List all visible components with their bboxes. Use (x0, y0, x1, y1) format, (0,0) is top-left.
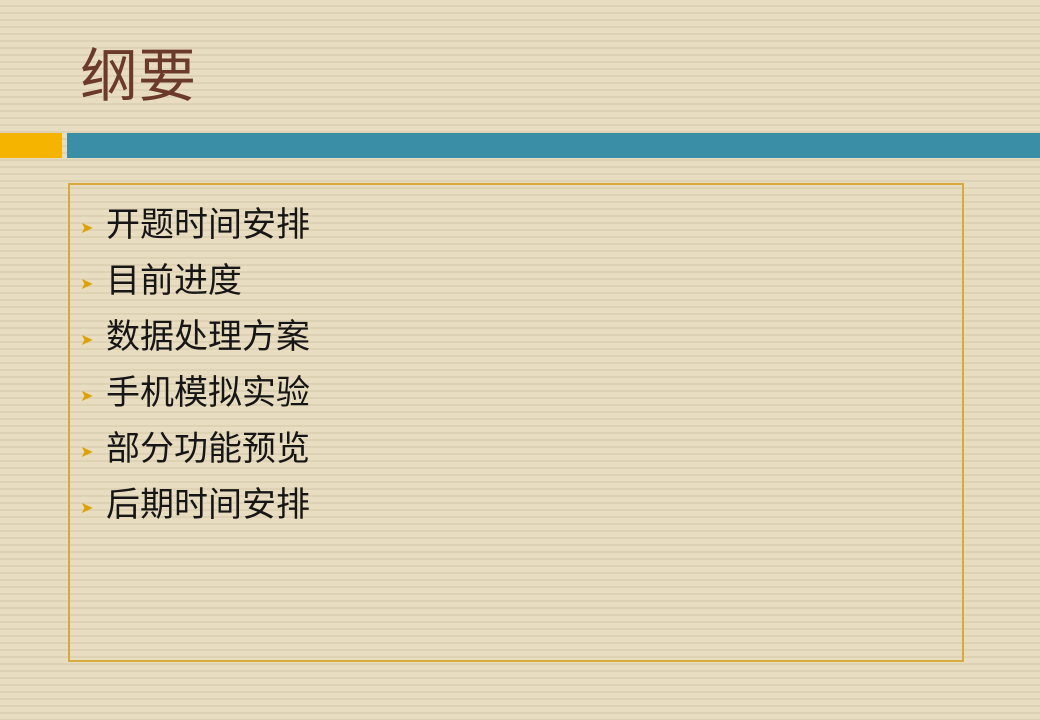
list-item: ➤ 后期时间安排 (70, 477, 962, 533)
arrow-right-icon: ➤ (80, 386, 94, 405)
slide-title: 纲要 (80, 42, 197, 110)
outline-content-box: ➤ 开题时间安排 ➤ 目前进度 ➤ 数据处理方案 ➤ 手机模拟实验 ➤ 部分功能… (68, 183, 964, 662)
list-item: ➤ 开题时间安排 (70, 197, 962, 253)
list-item: ➤ 数据处理方案 (70, 309, 962, 365)
list-item-label: 部分功能预览 (106, 429, 310, 469)
list-item-label: 后期时间安排 (106, 485, 310, 525)
list-item-label: 数据处理方案 (106, 317, 310, 357)
list-item: ➤ 目前进度 (70, 253, 962, 309)
arrow-right-icon: ➤ (80, 498, 94, 517)
list-item: ➤ 手机模拟实验 (70, 365, 962, 421)
list-item-label: 目前进度 (106, 261, 242, 301)
arrow-right-icon: ➤ (80, 330, 94, 349)
arrow-right-icon: ➤ (80, 442, 94, 461)
arrow-right-icon: ➤ (80, 274, 94, 293)
slide: 纲要 ➤ 开题时间安排 ➤ 目前进度 ➤ 数据处理方案 ➤ 手机模拟实验 ➤ 部… (0, 0, 1040, 720)
accent-bar-blue (67, 133, 1040, 158)
accent-bar-yellow (0, 133, 62, 158)
outline-list: ➤ 开题时间安排 ➤ 目前进度 ➤ 数据处理方案 ➤ 手机模拟实验 ➤ 部分功能… (70, 185, 962, 533)
list-item: ➤ 部分功能预览 (70, 421, 962, 477)
arrow-right-icon: ➤ (80, 218, 94, 237)
list-item-label: 开题时间安排 (106, 205, 310, 245)
list-item-label: 手机模拟实验 (106, 373, 310, 413)
